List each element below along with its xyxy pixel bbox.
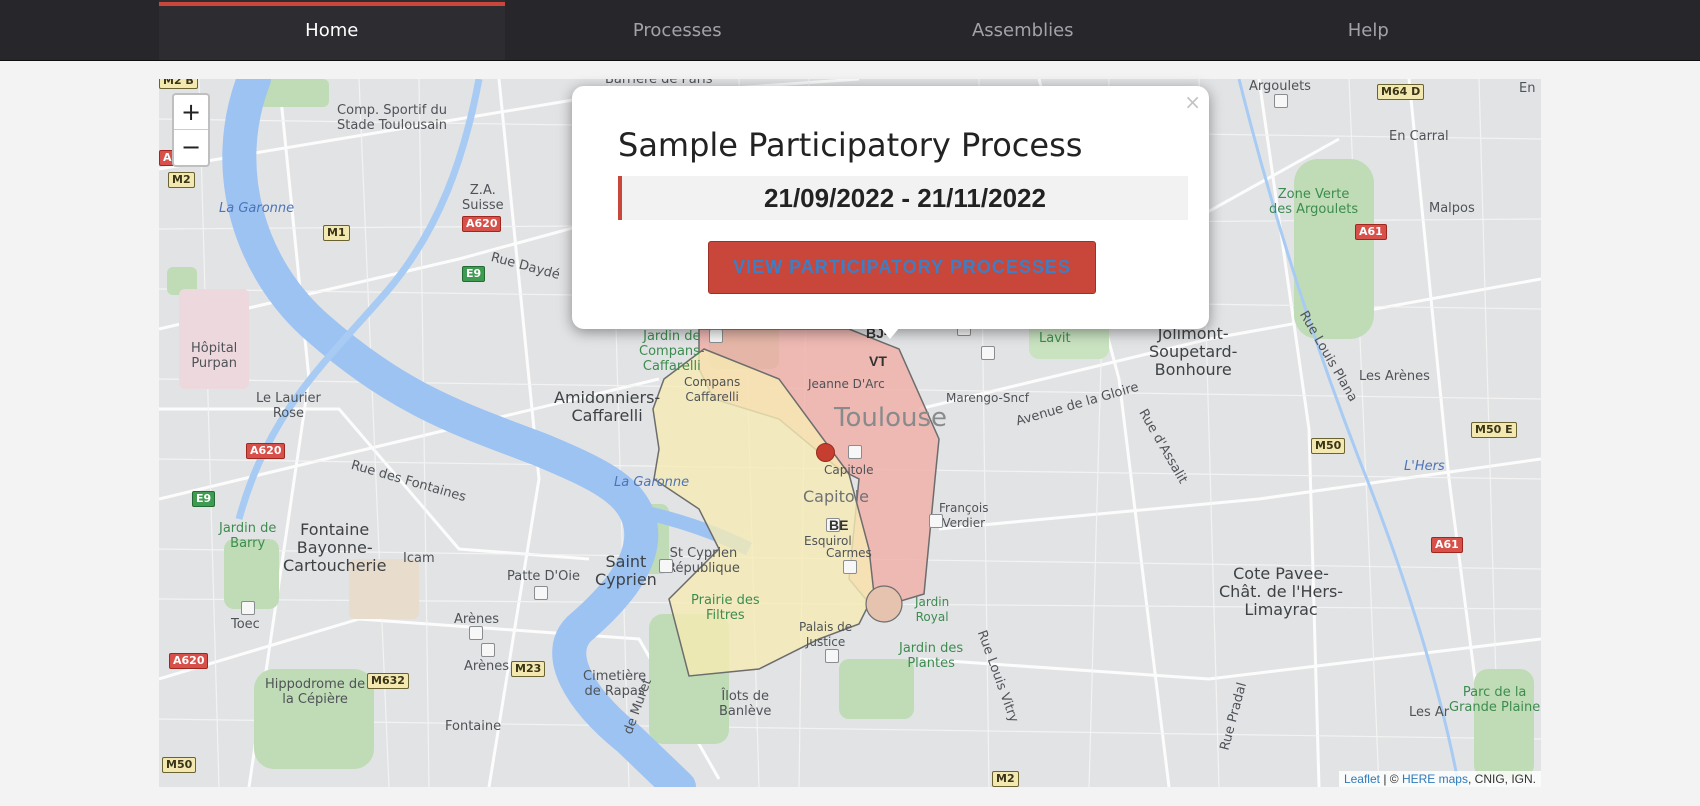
map-label: Jeanne D'Arc (808, 377, 885, 391)
zoom-in-button[interactable]: + (174, 95, 208, 130)
map-label: Jardin de Barry (219, 521, 277, 551)
map-label: Toec (231, 617, 260, 632)
map-label: François Verdier (939, 501, 989, 530)
popup-title: Sample Participatory Process (618, 126, 1083, 164)
map-label: L'Hers (1404, 459, 1445, 474)
district-label: Capitole (803, 487, 869, 506)
metro-station-icon (709, 329, 723, 343)
map-label: Amidonniers- Caffarelli (554, 388, 661, 425)
map-label: Le Laurier Rose (256, 391, 321, 421)
map-label: Arènes (454, 612, 499, 627)
tab-processes[interactable]: Processes (505, 0, 851, 60)
road-shield: M50 (162, 757, 197, 773)
map-label: Parc de la Grande Plaine (1449, 685, 1541, 715)
area-label-bj-vt: VT (869, 353, 887, 369)
metro-station-icon (981, 346, 995, 360)
map-label: Les Arènes (1359, 369, 1430, 384)
road-shield: E9 (462, 266, 486, 282)
metro-station-icon (241, 601, 255, 615)
map-label: Cote Pavee- Chât. de l'Hers- Limayrac (1219, 564, 1344, 619)
metro-station-icon (534, 586, 548, 600)
map-label: Argoulets (1249, 79, 1311, 94)
map-label: Fontaine Bayonne- Cartoucherie (283, 520, 387, 575)
metro-station-icon (481, 643, 495, 657)
road-shield: M632 (367, 673, 409, 689)
map-label: Jolimont- Soupetard- Bonhoure (1149, 324, 1238, 379)
road-shield: M1 (323, 225, 350, 241)
road-shield: A620 (246, 443, 286, 459)
metro-station-icon (929, 514, 943, 528)
road-shield: M50 (1311, 438, 1346, 454)
metro-station-icon (825, 649, 839, 663)
map-label: Jardin des Plantes (899, 641, 964, 671)
map-label: St Cyprien République (667, 546, 740, 576)
map-label: La Garonne (219, 201, 295, 216)
map-label: Z.A. Suisse (462, 183, 504, 213)
map-attribution: Leaflet | © HERE maps, CNIG, IGN. (1338, 771, 1541, 787)
road-shield: M2 (992, 771, 1019, 787)
road-shield: M64 D (1377, 84, 1425, 100)
tab-home[interactable]: Home (159, 0, 505, 60)
map-label: Prairie des Filtres (691, 593, 760, 623)
metro-station-icon (848, 445, 862, 459)
map-label: En (1519, 81, 1536, 96)
popup-date-range: 21/09/2022 - 21/11/2022 (618, 176, 1188, 220)
road-shield: M50 E (1471, 422, 1517, 438)
city-label: Toulouse (834, 403, 948, 433)
popup-tip (880, 327, 900, 339)
map-label: Jardin de Compans- Caffarelli (639, 329, 705, 374)
road-shield: A61 (1431, 537, 1463, 553)
map-label: Compans Caffarelli (684, 375, 741, 404)
metro-station-icon (659, 559, 673, 573)
top-navigation-bar: Home Processes Assemblies Help (0, 0, 1700, 61)
road-shield: M23 (511, 661, 546, 677)
tab-help[interactable]: Help (1196, 0, 1542, 60)
process-popup: × Sample Participatory Process 21/09/202… (572, 86, 1209, 329)
map-label: Palais de Justice (799, 620, 853, 649)
road-shield: A620 (462, 216, 502, 232)
zoom-out-button[interactable]: − (174, 130, 208, 164)
main-nav: Home Processes Assemblies Help (159, 0, 1541, 60)
zoom-control: + − (172, 93, 210, 167)
map-label: Hippodrome de la Cépière (265, 677, 366, 707)
map-label: En Carral (1389, 129, 1449, 144)
map-label: Îlots de Banlève (719, 689, 772, 719)
map-label: Lavit (1039, 331, 1071, 346)
attribution-separator: | © (1379, 772, 1402, 786)
map-label: Comp. Sportif du Stade Toulousain (337, 103, 448, 133)
metro-station-icon (469, 626, 483, 640)
map-marker-be[interactable] (816, 443, 835, 462)
area-label-be: BE (829, 517, 849, 533)
map-label: Saint Cyprien (595, 552, 657, 589)
leaflet-link[interactable]: Leaflet (1344, 772, 1380, 786)
map-label: Icam (403, 551, 435, 566)
metro-station-icon (843, 560, 857, 574)
map-label: Marengo-Sncf (946, 391, 1029, 405)
view-processes-button[interactable]: VIEW PARTICIPATORY PROCESSES (708, 241, 1096, 294)
road-shield: A620 (169, 653, 209, 669)
road-shield: A61 (1355, 224, 1387, 240)
road-shield: M2 (168, 172, 195, 188)
close-icon[interactable]: × (1184, 90, 1201, 114)
map-label: Hôpital Purpan (191, 341, 238, 371)
map-label: Carmes (826, 546, 872, 560)
map-label: Arènes (464, 659, 509, 674)
map-label: Patte D'Oie (507, 569, 580, 584)
road-shield: E9 (192, 491, 216, 507)
map-label: Fontaine (445, 719, 502, 734)
map-label: Capitole (824, 463, 874, 477)
attribution-text: , CNIG, IGN. (1467, 772, 1536, 786)
map-label: La Garonne (614, 475, 690, 490)
road-shield: M2 B (159, 79, 198, 89)
here-maps-link[interactable]: HERE maps (1402, 772, 1468, 786)
map-label: Malpos (1429, 201, 1475, 216)
map-label: Jardin Royal (915, 595, 950, 624)
map-label: Les Ar (1409, 705, 1450, 720)
metro-station-icon (1274, 94, 1288, 108)
map-label: Zone Verte des Argoulets (1269, 187, 1359, 217)
tab-assemblies[interactable]: Assemblies (850, 0, 1196, 60)
